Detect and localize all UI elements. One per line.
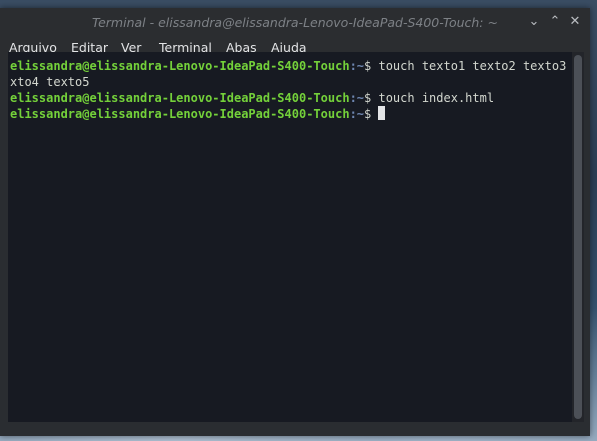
prompt-path: :~ (349, 59, 365, 73)
prompt-symbol: $ (364, 91, 379, 105)
prompt-path: :~ (349, 107, 365, 121)
vertical-scrollbar[interactable] (572, 52, 584, 422)
text-cursor (378, 106, 386, 120)
scrollbar-thumb[interactable] (574, 55, 582, 419)
prompt-user: elissandra@elissandra-Lenovo-IdeaPad-S40… (10, 59, 350, 73)
terminal-line: xto4 texto5 (10, 74, 89, 90)
terminal-output[interactable]: elissandra@elissandra-Lenovo-IdeaPad-S40… (8, 52, 572, 422)
prompt-symbol: $ (364, 59, 379, 73)
command-text: touch texto1 texto2 texto3 te (378, 59, 572, 73)
close-button[interactable]: ✕ (566, 13, 584, 31)
maximize-button[interactable]: ⌃ (546, 13, 564, 31)
terminal-line: elissandra@elissandra-Lenovo-IdeaPad-S40… (10, 106, 386, 122)
prompt-user: elissandra@elissandra-Lenovo-IdeaPad-S40… (10, 91, 350, 105)
prompt-user: elissandra@elissandra-Lenovo-IdeaPad-S40… (10, 107, 350, 121)
close-icon: ✕ (569, 14, 581, 29)
minimize-button[interactable]: ⌄ (525, 13, 543, 31)
terminal-line: elissandra@elissandra-Lenovo-IdeaPad-S40… (10, 90, 494, 106)
chevron-up-icon: ⌃ (549, 14, 561, 29)
command-continuation: xto4 texto5 (10, 75, 90, 89)
title-bar[interactable]: Terminal - elissandra@elissandra-Lenovo-… (0, 8, 590, 37)
chevron-down-icon: ⌄ (528, 14, 540, 29)
terminal-line: elissandra@elissandra-Lenovo-IdeaPad-S40… (10, 58, 572, 74)
prompt-path: :~ (349, 91, 365, 105)
prompt-symbol: $ (364, 107, 379, 121)
command-text: touch index.html (378, 91, 495, 105)
window-title: Terminal - elissandra@elissandra-Lenovo-… (92, 15, 498, 30)
